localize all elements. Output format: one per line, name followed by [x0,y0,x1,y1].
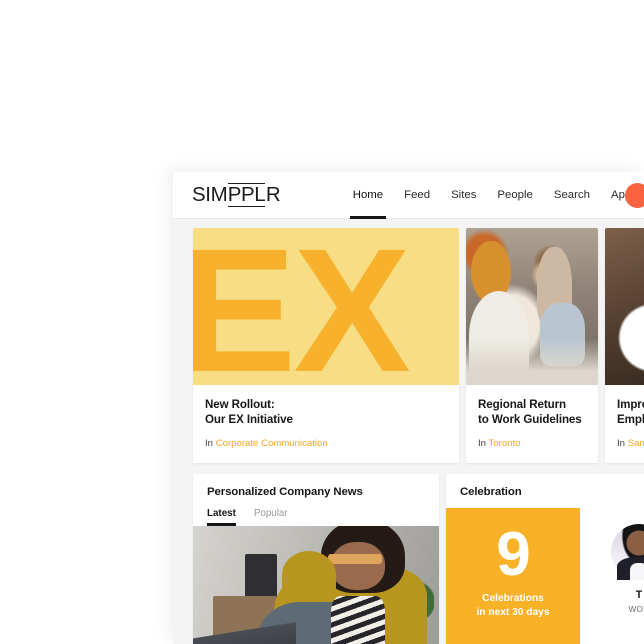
app-window: SIMPPLR Home Feed Sites People Search [173,172,644,644]
simpplr-logo: SIM PPL R [192,183,281,207]
hero-card-media [605,228,644,385]
primary-navigation: Home Feed Sites People Search Apps [342,172,644,219]
meta-prefix: In [478,437,487,449]
hero-card[interactable]: Improv Emplo In San F [605,228,644,463]
photo-shape [281,551,336,600]
news-tabs: Latest Popular [193,508,439,526]
hero-card-title: New Rollout: Our EX Initiative [205,398,293,427]
person-role: WOR [628,604,644,614]
avatar [611,523,644,580]
nav-item-search[interactable]: Search [543,172,600,218]
nav-item-people[interactable]: People [487,172,543,218]
tab-latest[interactable]: Latest [207,508,236,526]
hero-card-body: Improv Emplo In San F [605,385,644,463]
hero-card[interactable]: Regional Return to Work Guidelines In To… [466,228,598,463]
screenshot-stage: SIMPPLR Home Feed Sites People Search [0,0,644,644]
nav-item-sites[interactable]: Sites [441,172,487,218]
hero-card-media: EX [193,228,459,385]
photo-shape [330,541,385,590]
photo-shape [330,595,385,644]
page-content: EX New Rollout: Our EX Initiative In Cor… [173,219,644,644]
hero-card[interactable]: EX New Rollout: Our EX Initiative In Cor… [193,228,459,463]
hero-card-meta: In San F [617,438,644,449]
meta-site-link[interactable]: Corporate Communication [216,438,328,449]
celebration-person-card[interactable]: T WOR [580,507,644,644]
photo-shape [539,303,585,367]
ex-graphic-text: EX [193,228,411,385]
hero-card-title: Regional Return to Work Guidelines [478,398,582,427]
hero-card-body: New Rollout: Our EX Initiative In Corpor… [193,385,459,463]
panel-title: Personalized Company News [207,485,363,498]
nav-label: People [497,189,533,201]
hero-card-body: Regional Return to Work Guidelines In To… [466,385,598,463]
hero-card-meta: In Toronto [478,438,586,449]
photo-shape [328,554,383,564]
celebration-count-tile[interactable]: 9 Celebrations in next 30 days [446,507,580,644]
nav-label: Home [352,189,384,201]
person-name: T [635,588,643,601]
hero-card-media [466,228,598,385]
photo-shape [630,562,644,580]
panel-header: Celebration [446,474,644,498]
nav-label: Feed [404,189,431,201]
panel-title: Celebration [460,485,522,498]
hero-carousel: EX New Rollout: Our EX Initiative In Cor… [173,228,644,463]
meta-prefix: In [617,437,626,449]
tab-label: Latest [207,507,236,519]
celebration-body: 9 Celebrations in next 30 days T WOR [446,507,644,644]
nav-label: Sites [451,189,477,201]
hero-card-title: Improv Emplo [617,398,644,427]
logo-suffix: R [265,183,281,207]
nav-item-feed[interactable]: Feed [394,172,441,218]
logo-mark: PPL [227,183,266,207]
user-avatar-button[interactable] [625,183,644,208]
hero-card-meta: In Corporate Communication [205,438,447,449]
photo-shape [468,290,530,382]
panel-header: Personalized Company News [193,474,439,498]
dashboard-row: Personalized Company News Latest Popular [173,463,644,644]
top-navigation-bar: SIMPPLR Home Feed Sites People Search [173,172,644,219]
news-article-image[interactable] [193,525,439,644]
nav-label: Search [553,189,590,201]
logo-prefix: SIM [192,183,228,207]
tab-popular[interactable]: Popular [254,508,288,526]
brand-logo-link[interactable]: SIM PPL R [192,172,281,218]
meta-site-link[interactable]: Toronto [489,438,521,449]
celebration-panel: Celebration 9 Celebrations in next 30 da… [446,473,644,644]
meta-site-link[interactable]: San F [628,438,644,449]
celebration-count-caption: Celebrations in next 30 days [476,592,550,619]
nav-item-home[interactable]: Home [342,172,393,219]
celebration-count-number: 9 [496,519,530,589]
meta-prefix: In [205,437,214,449]
tab-label: Popular [253,507,288,519]
personalized-company-news-panel: Personalized Company News Latest Popular [193,473,439,644]
